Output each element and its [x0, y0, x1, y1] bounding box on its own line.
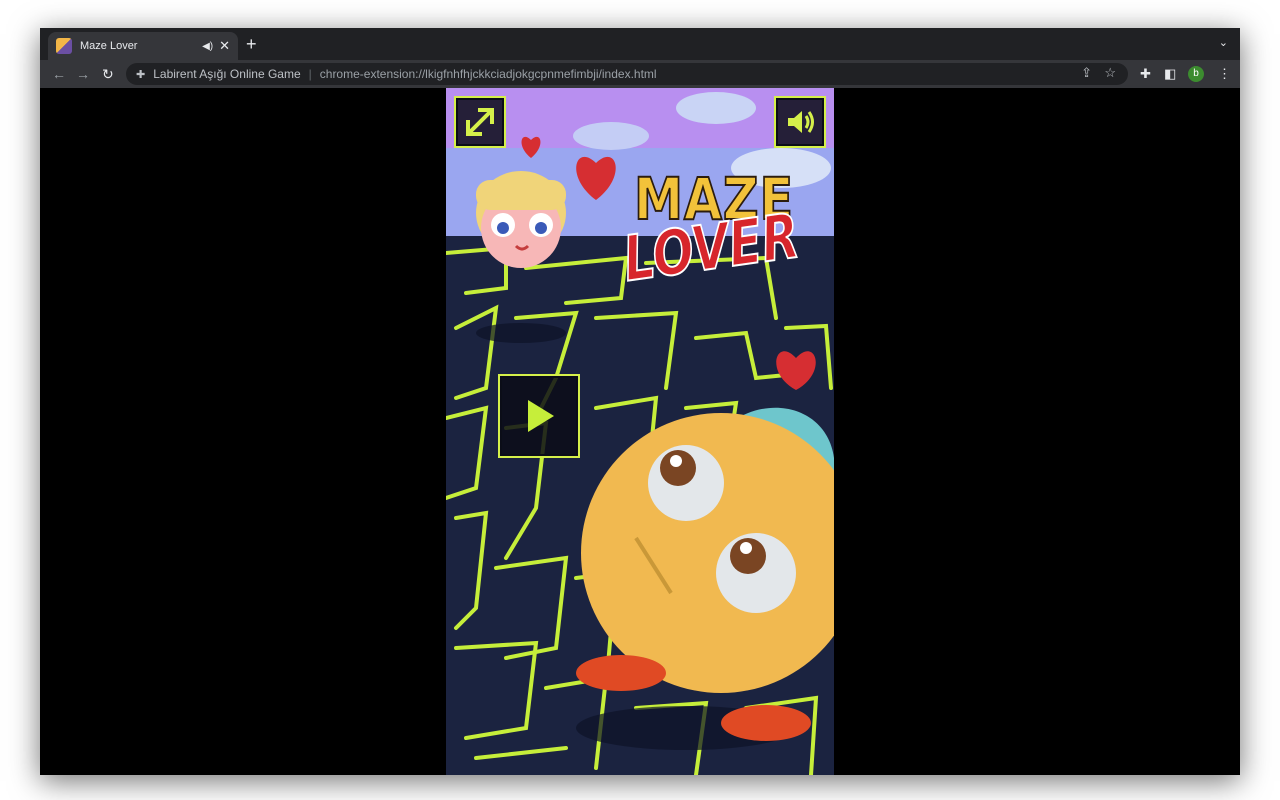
girl-pupil-left: [497, 222, 509, 234]
browser-window: Maze Lover ◀) ✕ + ⌄ ← → ↻ ✚ Labirent Aşı…: [40, 28, 1240, 775]
divider: |: [308, 67, 312, 81]
game-canvas[interactable]: MAZE LOVER: [446, 88, 834, 775]
boy-shoe-left: [576, 655, 666, 691]
shadow: [476, 323, 566, 343]
share-icon[interactable]: ⇪: [1081, 65, 1092, 81]
girl-bangs: [476, 180, 566, 210]
fullscreen-button[interactable]: [454, 96, 506, 148]
tab-strip: Maze Lover ◀) ✕ + ⌄: [40, 28, 1240, 60]
expand-arrows-icon: [466, 108, 494, 136]
puzzle-icon: ✚: [136, 68, 146, 81]
url-text[interactable]: chrome-extension://lkigfnhfhjckkciadjokg…: [320, 67, 657, 81]
plus-icon[interactable]: +: [246, 34, 257, 54]
tab-maze-lover[interactable]: Maze Lover ◀) ✕: [48, 32, 238, 60]
avatar[interactable]: b: [1188, 66, 1204, 82]
bookmark-star-icon[interactable]: ☆: [1104, 65, 1116, 81]
cloud: [676, 92, 756, 124]
speaker-icon[interactable]: ◀): [202, 41, 213, 52]
close-icon[interactable]: ✕: [219, 38, 230, 54]
favicon-icon: [56, 38, 72, 54]
cloud: [573, 122, 649, 150]
kebab-menu-icon[interactable]: ⋮: [1218, 64, 1231, 84]
tab-title: Maze Lover: [80, 40, 138, 52]
eye-highlight: [670, 455, 682, 467]
game-logo: MAZE LOVER: [618, 169, 834, 297]
back-arrow-icon[interactable]: ←: [52, 64, 66, 84]
forward-arrow-icon[interactable]: →: [76, 64, 90, 84]
site-name: Labirent Aşığı Online Game: [153, 67, 301, 81]
page-content: MAZE LOVER: [40, 88, 1240, 775]
play-triangle-icon: [528, 400, 554, 432]
address-bar[interactable]: ✚ Labirent Aşığı Online Game | chrome-ex…: [126, 63, 1128, 85]
chevron-down-icon[interactable]: ⌄: [1219, 36, 1228, 49]
boy-shoe-right: [721, 705, 811, 741]
extensions-puzzle-icon[interactable]: ✚: [1140, 64, 1151, 84]
girl-pupil-right: [535, 222, 547, 234]
browser-toolbar: ← → ↻ ✚ Labirent Aşığı Online Game | chr…: [40, 60, 1240, 88]
speaker-icon: [788, 111, 814, 133]
play-button[interactable]: [498, 374, 580, 458]
sound-button[interactable]: [774, 96, 826, 148]
eye-highlight: [740, 542, 752, 554]
reload-icon[interactable]: ↻: [102, 64, 114, 84]
side-panel-icon[interactable]: ◧: [1164, 64, 1176, 84]
